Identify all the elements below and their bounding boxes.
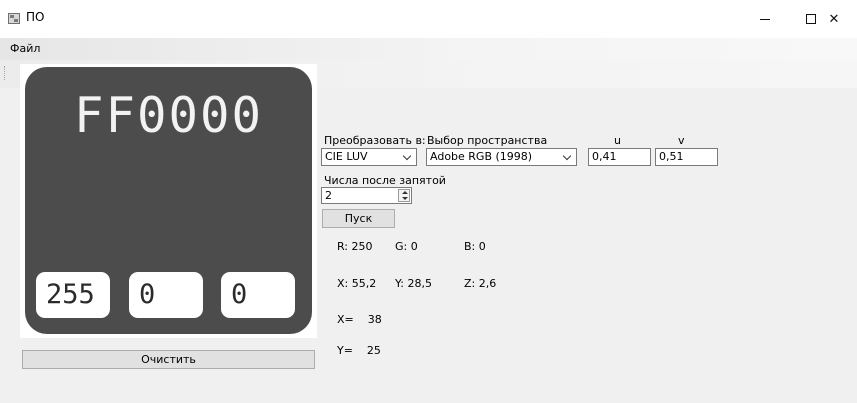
red-value-box: 255 [36,272,110,318]
u-label: u [614,134,621,147]
clear-button[interactable]: Очистить [22,350,315,369]
green-value-box: 0 [129,272,203,318]
v-input[interactable]: 0,51 [655,148,718,166]
arrow-up-icon[interactable] [402,191,408,194]
decimals-stepper[interactable]: 2 [321,187,412,204]
toolbar-grip-icon[interactable] [4,66,6,80]
menu-file[interactable]: Файл [10,42,40,55]
color-preview: FF0000 255 0 0 [25,67,312,334]
result-y: Y: 28,5 [395,277,432,290]
coord-y: Y= 25 [337,344,381,357]
coord-x: X= 38 [337,313,382,326]
v-label: v [678,134,685,147]
space-select[interactable]: Adobe RGB (1998) [426,148,577,166]
menu-bar: Файл [0,38,857,60]
convert-to-label: Преобразовать в: [324,134,426,147]
space-value: Adobe RGB (1998) [430,150,533,163]
result-z: Z: 2,6 [464,277,497,290]
run-button[interactable]: Пуск [322,209,395,228]
convert-to-value: CIE LUV [325,150,368,163]
window-title: ПО [26,10,45,24]
close-icon: ✕ [828,11,840,27]
space-label: Выбор пространства [427,134,548,147]
result-x: X: 55,2 [337,277,377,290]
stepper-buttons[interactable] [398,189,410,202]
minimize-icon [760,18,770,20]
result-r: R: 250 [337,240,373,253]
hex-code: FF0000 [73,87,263,144]
convert-to-select[interactable]: CIE LUV [321,148,417,166]
decimals-label: Числа после запятой [324,174,446,187]
close-button[interactable]: ✕ [811,0,857,38]
result-g: G: 0 [395,240,418,253]
result-b: B: 0 [464,240,486,253]
blue-value-box: 0 [221,272,295,318]
decimals-value: 2 [325,189,332,202]
chevron-down-icon [404,153,412,161]
arrow-down-icon[interactable] [402,197,408,200]
minimize-button[interactable] [742,0,788,38]
app-icon [8,13,20,24]
u-input[interactable]: 0,41 [588,148,651,166]
chevron-down-icon [564,153,572,161]
title-bar: ПО ✕ [0,0,857,38]
